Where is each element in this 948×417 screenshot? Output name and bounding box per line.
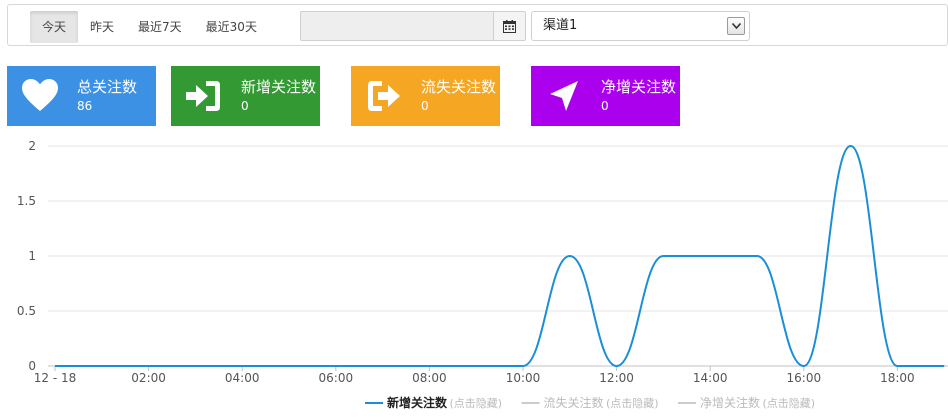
calendar-button[interactable]: [493, 12, 525, 40]
stat-label: 总关注数: [77, 78, 138, 96]
date-picker: [300, 11, 526, 41]
location-arrow-icon: [550, 81, 578, 111]
filter-toolbar: 今天 昨天 最近7天 最近30天 渠道1: [7, 4, 948, 46]
range-tab-yesterday[interactable]: 昨天: [78, 11, 126, 43]
y-tick-label: 1.5: [17, 194, 36, 208]
legend-item-label[interactable]: 流失关注数: [544, 395, 604, 410]
stat-card-total-followers[interactable]: 总关注数 86: [7, 66, 156, 126]
channel-selected-value: 渠道1: [543, 18, 578, 33]
date-range-tabs: 今天 昨天 最近7天 最近30天: [30, 11, 269, 43]
stat-value: 0: [241, 99, 249, 113]
range-tab-last-7-days[interactable]: 最近7天: [126, 11, 194, 43]
range-tab-last-30-days[interactable]: 最近30天: [194, 11, 269, 43]
range-tab-today[interactable]: 今天: [30, 11, 79, 43]
stat-card-lost-followers[interactable]: 流失关注数 0: [351, 66, 500, 126]
x-tick-label: 12:00: [599, 371, 634, 385]
stat-label: 净增关注数: [601, 78, 677, 96]
x-tick-label: 10:00: [506, 371, 541, 385]
x-tick-label: 06:00: [319, 371, 354, 385]
heart-icon: [22, 79, 58, 111]
x-tick-label: 02:00: [131, 371, 166, 385]
legend-item-label[interactable]: 净增关注数: [700, 395, 760, 410]
y-tick-label: 0.5: [17, 304, 36, 318]
stat-label: 流失关注数: [421, 78, 497, 96]
stat-value: 0: [421, 99, 429, 113]
stat-label: 新增关注数: [241, 78, 317, 96]
legend-hide-hint[interactable]: (点击隐藏): [763, 397, 816, 410]
stat-card-net-followers[interactable]: 净增关注数 0: [531, 66, 680, 126]
calendar-icon: [503, 19, 516, 33]
chevron-down-icon[interactable]: [727, 17, 745, 35]
x-tick-label: 16:00: [787, 371, 822, 385]
sign-out-icon: [368, 81, 400, 111]
date-input[interactable]: [301, 12, 493, 40]
legend-item-label[interactable]: 新增关注数: [387, 395, 448, 410]
channel-select[interactable]: 渠道1: [531, 11, 750, 41]
stat-card-new-followers[interactable]: 新增关注数 0: [171, 66, 320, 126]
y-tick-label: 2: [28, 139, 36, 153]
legend-hide-hint[interactable]: (点击隐藏): [606, 397, 659, 410]
follower-trend-chart: 00.511.5212 - 18 02:00 04:00 06:00 08:00 10:0…: [17, 139, 948, 410]
x-tick-label: 18:00: [880, 371, 915, 385]
stat-value: 0: [601, 99, 609, 113]
legend-hide-hint[interactable]: (点击隐藏): [450, 397, 503, 410]
x-tick-label: 04:00: [225, 371, 260, 385]
x-tick-label: 12 - 18: [34, 371, 77, 385]
stat-value: 86: [77, 99, 93, 113]
y-tick-label: 1: [28, 249, 36, 263]
sign-in-icon: [186, 81, 220, 111]
x-tick-label: 14:00: [693, 371, 728, 385]
x-tick-label: 08:00: [412, 371, 447, 385]
